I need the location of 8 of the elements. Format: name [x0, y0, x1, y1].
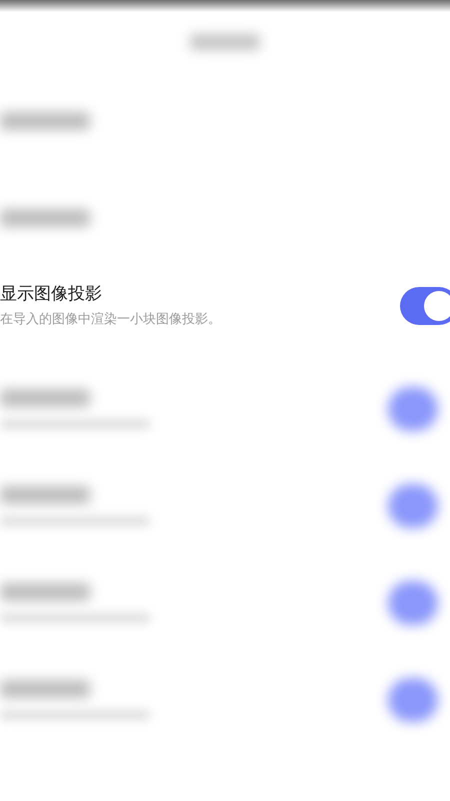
toggle-switch[interactable]: [400, 287, 450, 325]
setting-description: 在导入的图像中渲染一小块图像投影。: [0, 312, 221, 328]
setting-title: 显示图像投影: [0, 284, 103, 306]
blurred-title: [190, 34, 260, 50]
toggle-switch[interactable]: [388, 484, 438, 528]
toggle-switch[interactable]: [388, 580, 438, 624]
toggle-switch[interactable]: [388, 678, 438, 722]
toggle-switch[interactable]: [388, 386, 438, 430]
